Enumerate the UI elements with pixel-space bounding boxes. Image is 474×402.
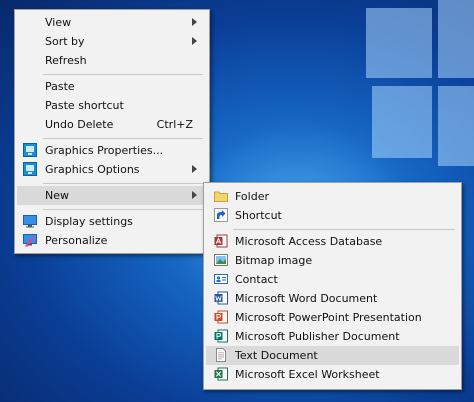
text-document-icon xyxy=(216,348,226,362)
logo-pane-bottom-left xyxy=(372,86,432,158)
logo-pane-top-left xyxy=(366,8,432,78)
menu-item-graphics-properties-label: Graphics Properties... xyxy=(45,144,164,157)
menu-item-graphics-properties[interactable]: Graphics Properties... xyxy=(17,141,207,160)
new-item-word[interactable]: Microsoft Word Document xyxy=(206,289,459,308)
new-item-excel-label: Microsoft Excel Worksheet xyxy=(235,368,380,381)
menu-item-graphics-options[interactable]: Graphics Options xyxy=(17,160,207,179)
access-icon xyxy=(214,234,228,248)
menu-separator xyxy=(233,229,455,230)
new-item-folder[interactable]: Folder xyxy=(206,187,459,206)
new-item-folder-label: Folder xyxy=(235,190,269,203)
menu-item-paste[interactable]: Paste xyxy=(17,77,207,96)
undo-delete-shortcut-key: Ctrl+Z xyxy=(156,118,193,131)
intel-graphics-icon xyxy=(23,162,37,176)
chevron-right-icon xyxy=(192,191,197,199)
new-item-bitmap-label: Bitmap image xyxy=(235,254,313,267)
new-item-access[interactable]: Microsoft Access Database xyxy=(206,232,459,251)
bitmap-icon xyxy=(214,254,228,266)
new-item-shortcut[interactable]: Shortcut xyxy=(206,206,459,225)
new-item-excel[interactable]: Microsoft Excel Worksheet xyxy=(206,365,459,384)
folder-icon xyxy=(214,191,228,202)
monitor-icon xyxy=(23,215,37,228)
menu-item-paste-shortcut[interactable]: Paste shortcut xyxy=(17,96,207,115)
menu-item-graphics-options-label: Graphics Options xyxy=(45,163,140,176)
new-item-contact[interactable]: Contact xyxy=(206,270,459,289)
menu-item-new-label: New xyxy=(45,189,69,202)
chevron-right-icon xyxy=(192,37,197,45)
menu-item-display-settings-label: Display settings xyxy=(45,215,133,228)
menu-item-refresh[interactable]: Refresh xyxy=(17,51,207,70)
menu-item-sort-by[interactable]: Sort by xyxy=(17,32,207,51)
logo-pane-top-right xyxy=(438,0,474,78)
menu-item-new[interactable]: New xyxy=(17,186,207,205)
menu-item-personalize[interactable]: Personalize xyxy=(17,231,207,250)
menu-item-paste-shortcut-label: Paste shortcut xyxy=(45,99,124,112)
new-item-bitmap[interactable]: Bitmap image xyxy=(206,251,459,270)
menu-item-paste-label: Paste xyxy=(45,80,75,93)
chevron-right-icon xyxy=(192,18,197,26)
new-item-publisher[interactable]: Microsoft Publisher Document xyxy=(206,327,459,346)
menu-item-undo-delete[interactable]: Undo Delete Ctrl+Z xyxy=(17,115,207,134)
new-item-publisher-label: Microsoft Publisher Document xyxy=(235,330,400,343)
personalize-icon xyxy=(23,234,37,247)
new-item-text-document[interactable]: Text Document xyxy=(206,346,459,365)
new-item-word-label: Microsoft Word Document xyxy=(235,292,378,305)
menu-item-undo-delete-label: Undo Delete xyxy=(45,118,114,131)
chevron-right-icon xyxy=(192,165,197,173)
new-item-powerpoint-label: Microsoft PowerPoint Presentation xyxy=(235,311,422,324)
new-item-access-label: Microsoft Access Database xyxy=(235,235,383,248)
menu-separator xyxy=(43,138,203,139)
desktop-context-menu: View Sort by Refresh Paste Paste shortcu… xyxy=(14,9,210,254)
menu-separator xyxy=(43,183,203,184)
new-item-shortcut-label: Shortcut xyxy=(235,209,282,222)
contact-card-icon xyxy=(214,274,228,284)
logo-pane-bottom-right xyxy=(438,86,474,166)
powerpoint-icon xyxy=(214,310,228,324)
menu-item-display-settings[interactable]: Display settings xyxy=(17,212,207,231)
word-icon xyxy=(214,291,228,305)
menu-separator xyxy=(43,74,203,75)
publisher-icon xyxy=(214,329,228,343)
menu-item-refresh-label: Refresh xyxy=(45,54,87,67)
menu-item-personalize-label: Personalize xyxy=(45,234,108,247)
excel-icon xyxy=(214,367,228,381)
intel-graphics-icon xyxy=(23,143,37,157)
menu-separator xyxy=(43,209,203,210)
menu-item-view[interactable]: View xyxy=(17,13,207,32)
new-item-powerpoint[interactable]: Microsoft PowerPoint Presentation xyxy=(206,308,459,327)
menu-item-sort-by-label: Sort by xyxy=(45,35,85,48)
shortcut-arrow-icon xyxy=(214,208,228,222)
new-item-text-document-label: Text Document xyxy=(235,349,318,362)
new-item-contact-label: Contact xyxy=(235,273,278,286)
new-submenu: Folder Shortcut Microsoft Access Databas… xyxy=(203,182,462,390)
menu-item-view-label: View xyxy=(45,16,72,29)
